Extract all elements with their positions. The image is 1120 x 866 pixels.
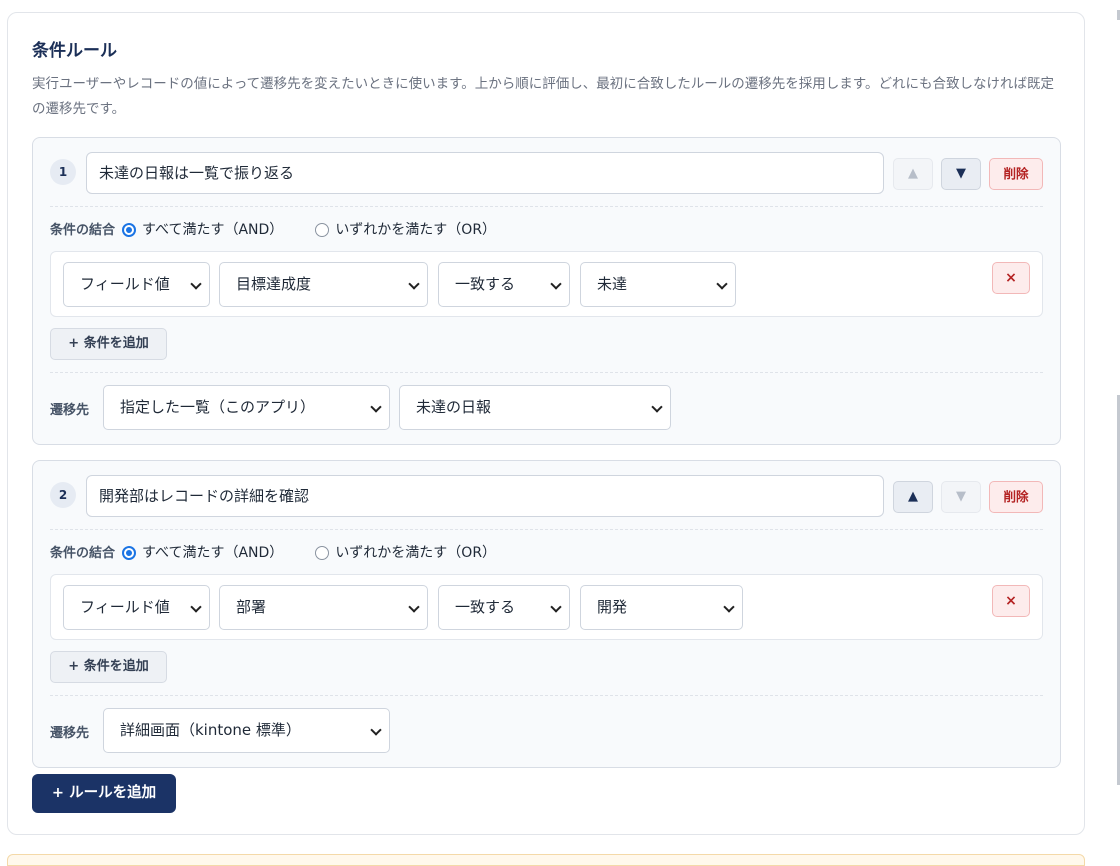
add-rule-button[interactable]: + ルールを追加 bbox=[32, 774, 176, 813]
or-radio-label[interactable]: いずれかを満たす（OR） bbox=[335, 220, 496, 240]
chevron-down-icon bbox=[190, 601, 202, 613]
condition-value-select[interactable]: 開発 bbox=[580, 585, 743, 630]
combine-mode-group: 条件の結合 すべて満たす（AND） いずれかを満たす（OR） bbox=[50, 543, 528, 563]
rule-card: 1 未達の日報は一覧で振り返る ▲ ▼ 削除 条件の結合 すべて満たす（AND）… bbox=[32, 137, 1061, 445]
condition-row: フィールド値 部署 一致する 開発 × bbox=[50, 574, 1043, 640]
rule-card: 2 開発部はレコードの詳細を確認 ▲ ▼ 削除 条件の結合 すべて満たす（AND… bbox=[32, 460, 1061, 768]
and-radio[interactable] bbox=[122, 546, 137, 560]
condition-type-select[interactable]: フィールド値 bbox=[63, 262, 210, 307]
combine-label: 条件の結合 bbox=[50, 546, 116, 561]
move-up-button[interactable]: ▲ bbox=[893, 481, 933, 513]
destination-label: 遷移先 bbox=[50, 403, 90, 418]
condition-field-value: 部署 bbox=[236, 598, 267, 616]
or-radio[interactable] bbox=[315, 223, 330, 237]
delete-rule-button[interactable]: 削除 bbox=[989, 481, 1043, 513]
divider bbox=[50, 206, 1043, 207]
and-radio[interactable] bbox=[122, 223, 137, 237]
condition-operator-select[interactable]: 一致する bbox=[438, 262, 570, 307]
chevron-down-icon bbox=[408, 601, 420, 613]
chevron-down-icon bbox=[550, 278, 562, 290]
or-radio[interactable] bbox=[315, 546, 330, 560]
destination-label: 遷移先 bbox=[50, 726, 90, 741]
combine-mode-group: 条件の結合 すべて満たす（AND） いずれかを満たす（OR） bbox=[50, 220, 528, 240]
chevron-down-icon bbox=[190, 278, 202, 290]
condition-operator-value: 一致する bbox=[455, 598, 516, 616]
move-up-button[interactable]: ▲ bbox=[893, 158, 933, 190]
and-radio-label[interactable]: すべて満たす（AND） bbox=[142, 220, 283, 240]
destination-view-select[interactable]: 未達の日報 bbox=[399, 385, 671, 430]
divider bbox=[50, 695, 1043, 696]
chevron-down-icon bbox=[370, 401, 382, 413]
or-radio-label[interactable]: いずれかを満たす（OR） bbox=[335, 543, 496, 563]
chevron-down-icon bbox=[723, 601, 735, 613]
add-condition-button[interactable]: + 条件を追加 bbox=[50, 651, 167, 683]
section-description: 実行ユーザーやレコードの値によって遷移先を変えたいときに使います。上から順に評価… bbox=[32, 76, 1054, 117]
destination-type-value: 指定した一覧（このアプリ） bbox=[120, 398, 316, 416]
and-radio-label[interactable]: すべて満たす（AND） bbox=[142, 543, 283, 563]
condition-value-value: 未達 bbox=[597, 275, 628, 293]
rule-number-badge: 2 bbox=[50, 482, 76, 508]
destination-type-select[interactable]: 詳細画面（kintone 標準） bbox=[103, 708, 390, 753]
condition-type-value: フィールド値 bbox=[80, 598, 170, 616]
remove-condition-button[interactable]: × bbox=[992, 585, 1030, 617]
move-down-button[interactable]: ▼ bbox=[941, 158, 981, 190]
combine-label: 条件の結合 bbox=[50, 223, 116, 238]
condition-value-select[interactable]: 未達 bbox=[580, 262, 736, 307]
condition-row: フィールド値 目標達成度 一致する 未達 × bbox=[50, 251, 1043, 317]
delete-rule-button[interactable]: 削除 bbox=[989, 158, 1043, 190]
condition-type-value: フィールド値 bbox=[80, 275, 170, 293]
divider bbox=[50, 372, 1043, 373]
section-title: 条件ルール bbox=[32, 41, 117, 61]
condition-operator-select[interactable]: 一致する bbox=[438, 585, 570, 630]
condition-operator-value: 一致する bbox=[455, 275, 516, 293]
remove-condition-button[interactable]: × bbox=[992, 262, 1030, 294]
condition-rules-card: 条件ルール 実行ユーザーやレコードの値によって遷移先を変えたいときに使います。上… bbox=[7, 12, 1085, 835]
rule-number-badge: 1 bbox=[50, 159, 76, 185]
condition-field-select[interactable]: 目標達成度 bbox=[219, 262, 428, 307]
chevron-down-icon bbox=[550, 601, 562, 613]
chevron-down-icon bbox=[370, 724, 382, 736]
condition-value-value: 開発 bbox=[597, 598, 628, 616]
move-down-button[interactable]: ▼ bbox=[941, 481, 981, 513]
destination-view-value: 未達の日報 bbox=[416, 398, 492, 416]
condition-field-select[interactable]: 部署 bbox=[219, 585, 428, 630]
destination-type-select[interactable]: 指定した一覧（このアプリ） bbox=[103, 385, 390, 430]
rule-name-input[interactable]: 未達の日報は一覧で振り返る bbox=[86, 152, 884, 194]
rule-name-input[interactable]: 開発部はレコードの詳細を確認 bbox=[86, 475, 884, 517]
condition-type-select[interactable]: フィールド値 bbox=[63, 585, 210, 630]
destination-type-value: 詳細画面（kintone 標準） bbox=[120, 721, 301, 739]
add-condition-button[interactable]: + 条件を追加 bbox=[50, 328, 167, 360]
next-section-banner bbox=[7, 854, 1085, 866]
chevron-down-icon bbox=[651, 401, 663, 413]
divider bbox=[50, 529, 1043, 530]
condition-field-value: 目標達成度 bbox=[236, 275, 312, 293]
chevron-down-icon bbox=[408, 278, 420, 290]
chevron-down-icon bbox=[716, 278, 728, 290]
